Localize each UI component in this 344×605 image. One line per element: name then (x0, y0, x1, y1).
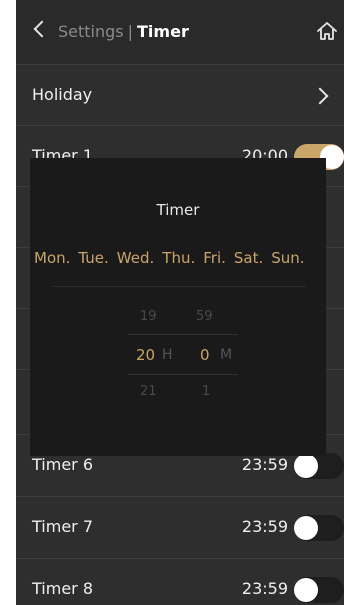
holiday-row[interactable]: Holiday (16, 64, 344, 126)
toggle-knob (294, 578, 318, 602)
hour-next[interactable]: 21 (140, 384, 157, 399)
minute-unit: M (220, 347, 233, 363)
day-fri[interactable]: Fri. (203, 249, 226, 267)
timer-toggle[interactable] (294, 515, 344, 541)
timer-row-7[interactable]: Timer 7 23:59 (16, 496, 344, 558)
chevron-left-icon[interactable] (33, 20, 51, 38)
timer-settings-screen: Settings | Timer Holiday Timer 1 20:00 Tim… (16, 0, 344, 605)
top-bar: Settings | Timer (16, 0, 344, 64)
day-wed[interactable]: Wed. (117, 249, 154, 267)
timer-picker-modal: Timer Mon. Tue. Wed. Thu. Fri. Sat. Sun.… (30, 158, 326, 456)
weekday-selector: Mon. Tue. Wed. Thu. Fri. Sat. Sun. (34, 249, 334, 267)
day-sun[interactable]: Sun. (271, 249, 304, 267)
timer-row-8[interactable]: Timer 8 23:59 (16, 558, 344, 605)
chevron-right-icon (311, 87, 329, 105)
modal-title: Timer (156, 201, 200, 219)
toggle-knob (294, 516, 318, 540)
day-tue[interactable]: Tue. (78, 249, 108, 267)
breadcrumb-separator: | (127, 22, 134, 41)
hour-prev[interactable]: 19 (140, 309, 157, 324)
minute-prev[interactable]: 59 (196, 309, 213, 324)
picker-line (128, 374, 238, 375)
timer-toggle[interactable] (294, 453, 344, 479)
picker-line (128, 334, 238, 335)
divider (52, 286, 306, 287)
timer-time[interactable]: 23:59 (242, 579, 288, 598)
day-mon[interactable]: Mon. (34, 249, 70, 267)
hour-unit: H (162, 347, 173, 363)
time-picker[interactable]: 19 20 H 21 59 0 M 1 (128, 300, 238, 410)
home-icon[interactable] (316, 20, 338, 42)
toggle-knob (294, 454, 318, 478)
hour-selected[interactable]: 20 (136, 346, 155, 364)
timer-label: Timer 8 (32, 579, 93, 598)
holiday-label: Holiday (32, 85, 93, 104)
timer-time[interactable]: 23:59 (242, 455, 288, 474)
day-sat[interactable]: Sat. (234, 249, 263, 267)
timer-label: Timer 7 (32, 517, 93, 536)
minute-selected[interactable]: 0 (200, 346, 210, 364)
timer-toggle[interactable] (294, 577, 344, 603)
day-thu[interactable]: Thu. (162, 249, 195, 267)
timer-time[interactable]: 23:59 (242, 517, 288, 536)
minute-next[interactable]: 1 (202, 384, 210, 399)
breadcrumb: Settings | Timer (58, 22, 189, 41)
page-title: Timer (137, 22, 189, 41)
back-settings-link[interactable]: Settings (58, 22, 124, 41)
timer-label: Timer 6 (32, 455, 93, 474)
